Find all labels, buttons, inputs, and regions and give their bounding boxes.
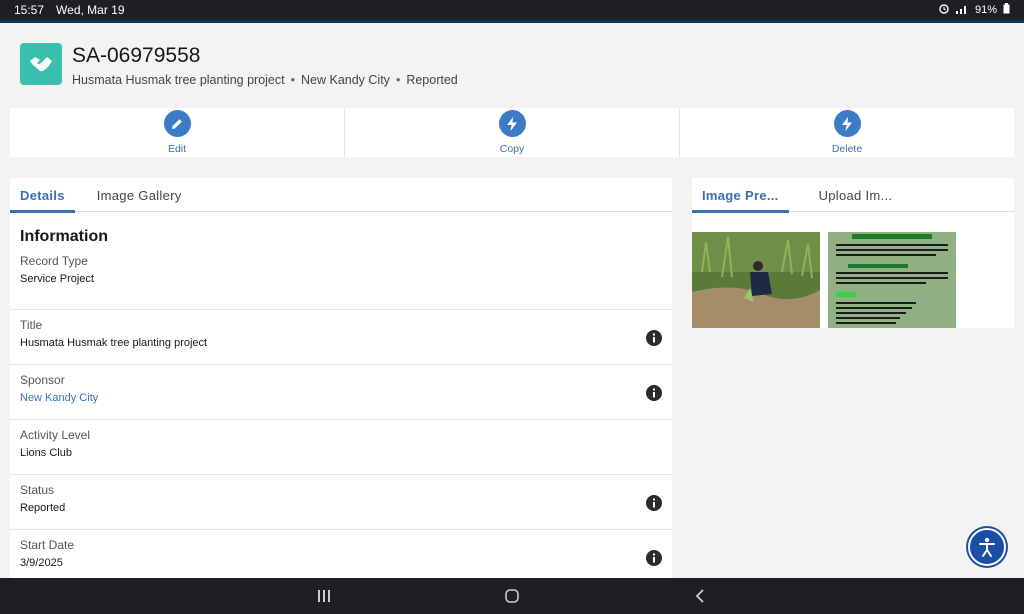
image-tabs: Image Pre... Upload Im... xyxy=(692,178,1014,213)
field-label: Status xyxy=(20,483,55,497)
image-thumbnails xyxy=(692,212,1014,328)
edit-label: Edit xyxy=(167,143,187,155)
record-id-title: SA-06979558 xyxy=(72,44,201,67)
separator-dot: • xyxy=(290,73,295,87)
image-preview-card: Image Pre... Upload Im... xyxy=(692,178,1014,328)
record-sponsor: New Kandy City xyxy=(301,73,390,87)
section-title-information: Information xyxy=(20,228,108,245)
signal-icon xyxy=(955,4,969,17)
record-header: SA-06979558 Husmata Husmak tree planting… xyxy=(0,23,1024,105)
separator-dot: • xyxy=(395,73,401,87)
field-value: Service Project xyxy=(20,273,94,285)
copy-label: Copy xyxy=(499,143,525,155)
system-navigation-bar xyxy=(0,578,1024,614)
field-title: Title Husmata Husmak tree planting proje… xyxy=(10,310,672,365)
back-icon[interactable] xyxy=(685,584,715,608)
tab-image-gallery[interactable]: Image Gallery xyxy=(87,178,192,212)
field-record-type: Record Type Service Project xyxy=(10,254,672,310)
info-icon[interactable] xyxy=(646,385,662,401)
accessibility-icon xyxy=(979,537,995,557)
details-tabs: Details Image Gallery xyxy=(10,178,672,213)
record-project-title: Husmata Husmak tree planting project xyxy=(72,73,285,87)
lightning-icon xyxy=(498,110,526,137)
sponsor-link[interactable]: New Kandy City xyxy=(20,392,662,404)
flyer-image-thumbnail[interactable] xyxy=(828,232,956,328)
field-label: Record Type xyxy=(20,254,88,268)
lightning-icon xyxy=(833,110,861,137)
field-start-date: Start Date 3/9/2025 xyxy=(10,530,672,578)
details-card: Details Image Gallery Information Record… xyxy=(10,178,672,578)
recent-apps-icon[interactable] xyxy=(309,584,339,608)
pencil-icon xyxy=(163,110,191,137)
tab-image-preview[interactable]: Image Pre... xyxy=(692,178,789,213)
tab-upload-image[interactable]: Upload Im... xyxy=(809,178,903,212)
home-icon[interactable] xyxy=(497,584,527,608)
field-value: Lions Club xyxy=(20,447,72,459)
field-value: Reported xyxy=(20,502,66,514)
battery-percent: 91% xyxy=(974,4,997,16)
copy-button[interactable]: Copy xyxy=(345,108,679,157)
edit-button[interactable]: Edit xyxy=(10,108,344,157)
info-icon[interactable] xyxy=(646,550,662,566)
field-value: Husmata Husmak tree planting project xyxy=(20,337,208,349)
field-status: Status Reported xyxy=(10,475,672,530)
field-label: Activity Level xyxy=(20,428,91,442)
field-value: 3/9/2025 xyxy=(20,557,63,569)
field-sponsor: Sponsor New Kandy City xyxy=(10,365,672,420)
clock-time: 15:57 xyxy=(14,3,45,17)
status-icons: 91% xyxy=(939,3,1010,17)
field-label: Title xyxy=(20,318,43,332)
record-subtitle: Husmata Husmak tree planting project • N… xyxy=(72,73,458,87)
delete-label: Delete xyxy=(831,143,863,155)
alarm-icon xyxy=(939,3,949,17)
battery-icon xyxy=(1003,3,1010,17)
accessibility-button[interactable] xyxy=(968,528,1006,566)
action-bar: Edit Copy Delete xyxy=(10,108,1014,157)
field-label: Start Date xyxy=(20,538,75,552)
record-status: Reported xyxy=(406,73,458,87)
info-icon[interactable] xyxy=(646,495,662,511)
system-status-bar: 15:57 Wed, Mar 19 91% xyxy=(0,0,1024,20)
field-activity-level: Activity Level Lions Club xyxy=(10,420,672,475)
field-label: Sponsor xyxy=(20,373,65,387)
clock-date: Wed, Mar 19 xyxy=(56,3,125,17)
handshake-icon xyxy=(20,43,62,85)
planting-photo-thumbnail[interactable] xyxy=(692,232,820,328)
tab-details[interactable]: Details xyxy=(10,178,75,213)
delete-button[interactable]: Delete xyxy=(680,108,1014,157)
info-icon[interactable] xyxy=(646,330,662,346)
